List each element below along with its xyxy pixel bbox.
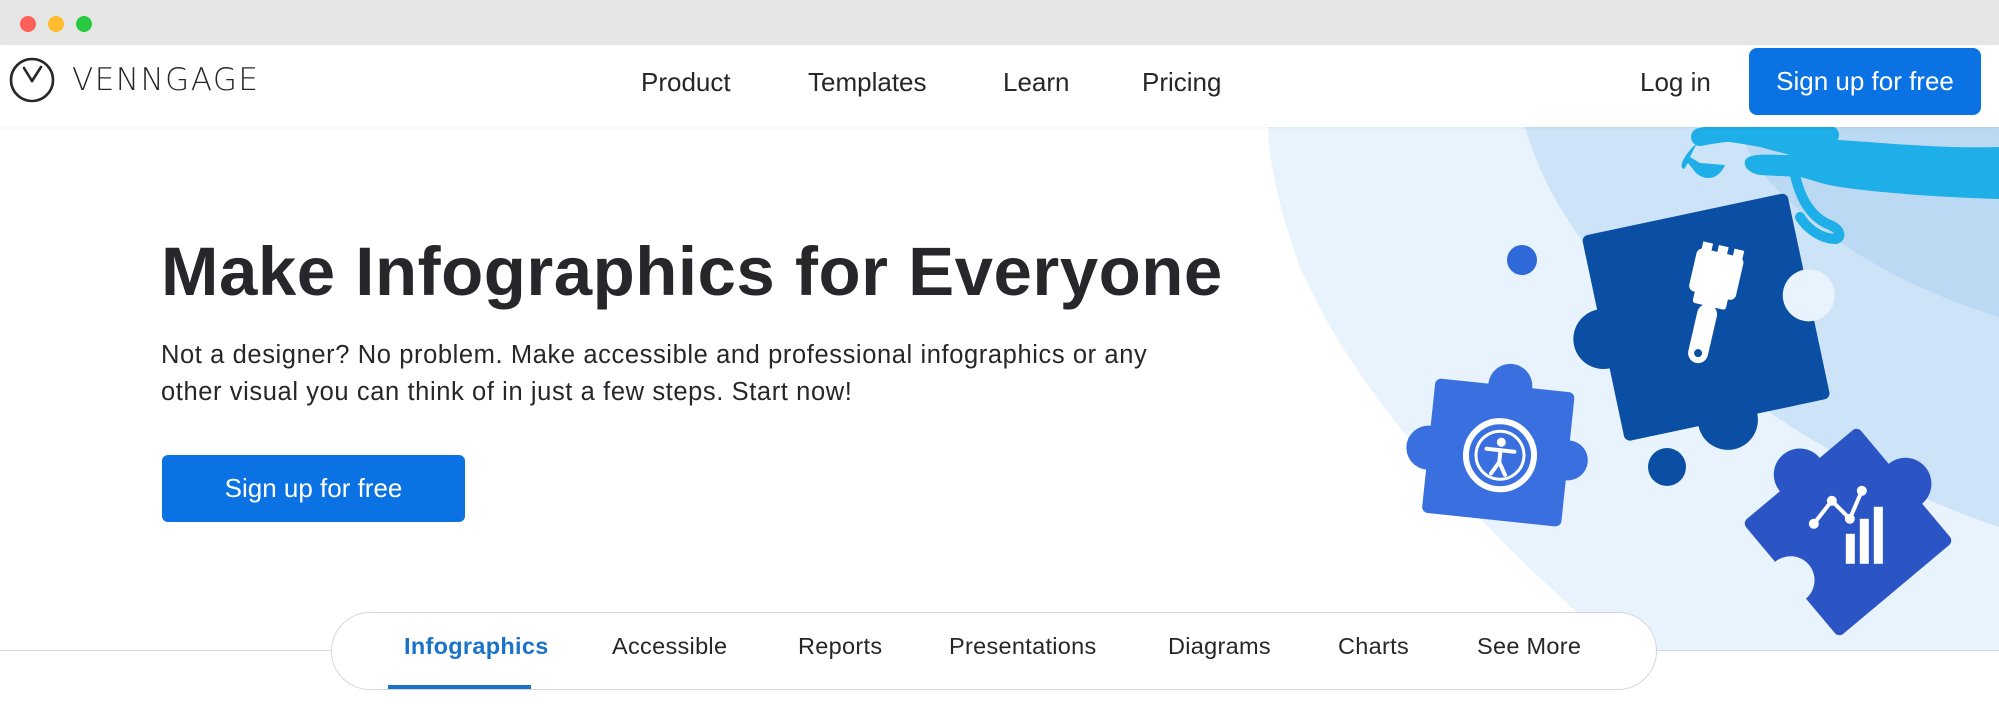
decor-dot-dark xyxy=(1648,448,1686,486)
nav-link-product[interactable]: Product xyxy=(641,67,731,98)
logo-text: VENNGAGE xyxy=(72,62,260,98)
nav-link-pricing[interactable]: Pricing xyxy=(1142,67,1221,98)
decor-dot-small xyxy=(1507,245,1537,275)
active-tab-indicator xyxy=(388,685,531,689)
tab-diagrams[interactable]: Diagrams xyxy=(1168,633,1271,660)
window-titlebar xyxy=(0,0,1999,45)
hero-section: Make Infographics for Everyone Not a des… xyxy=(0,127,1999,650)
hero-signup-button[interactable]: Sign up for free xyxy=(162,455,465,522)
nav-link-learn[interactable]: Learn xyxy=(1003,67,1070,98)
tab-see-more[interactable]: See More xyxy=(1477,633,1581,660)
hero-headline: Make Infographics for Everyone xyxy=(161,233,1223,310)
tab-reports[interactable]: Reports xyxy=(798,633,882,660)
close-window-button[interactable] xyxy=(20,16,36,32)
category-tab-bar: Infographics Accessible Reports Presenta… xyxy=(331,612,1657,690)
login-link[interactable]: Log in xyxy=(1640,67,1711,98)
hero-subtitle: Not a designer? No problem. Make accessi… xyxy=(161,341,1148,406)
top-navbar: VENNGAGE Product Templates Learn Pricing… xyxy=(0,45,1999,127)
venngage-logo-icon xyxy=(9,57,55,103)
minimize-window-button[interactable] xyxy=(48,16,64,32)
tab-presentations[interactable]: Presentations xyxy=(949,633,1097,660)
tab-charts[interactable]: Charts xyxy=(1338,633,1409,660)
nav-link-templates[interactable]: Templates xyxy=(808,67,927,98)
venngage-logo[interactable]: VENNGAGE xyxy=(8,56,259,104)
tab-infographics[interactable]: Infographics xyxy=(404,633,549,660)
nav-signup-button[interactable]: Sign up for free xyxy=(1749,48,1981,115)
maximize-window-button[interactable] xyxy=(76,16,92,32)
tab-accessible[interactable]: Accessible xyxy=(612,633,727,660)
